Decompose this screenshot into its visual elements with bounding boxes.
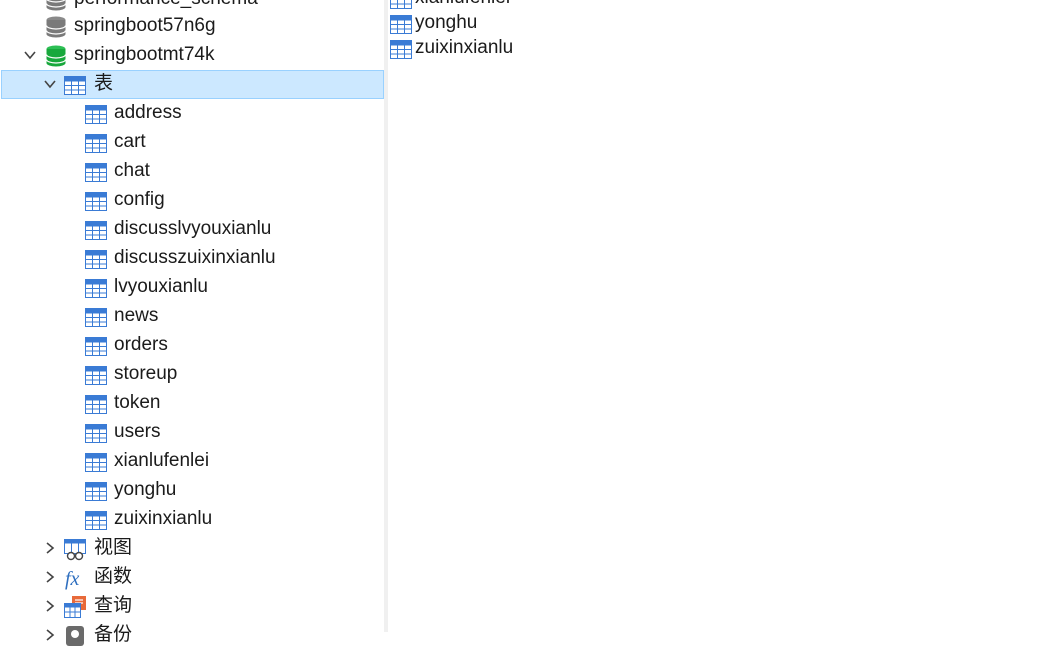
- db-node-springbootmt74k[interactable]: springbootmt74k: [0, 41, 384, 70]
- table-label: chat: [114, 160, 150, 181]
- table-icon: [84, 276, 108, 300]
- table-label: lvyouxianlu: [114, 276, 208, 297]
- database-icon: [44, 44, 68, 68]
- table-icon: [84, 479, 108, 503]
- selection-highlight: [1, 70, 384, 99]
- database-icon: [44, 0, 68, 12]
- db-label: springboot57n6g: [74, 15, 216, 36]
- table-icon: [389, 12, 413, 36]
- table-item-chat[interactable]: chat: [0, 157, 384, 186]
- table-label: address: [114, 102, 182, 123]
- table-icon: [84, 334, 108, 358]
- db-label: springbootmt74k: [74, 44, 215, 65]
- tables-node-label: 表: [94, 73, 114, 94]
- table-item-discusszuixinxianlu[interactable]: discusszuixinxianlu: [0, 244, 384, 273]
- table-icon: [84, 392, 108, 416]
- table-icon: [389, 37, 413, 61]
- table-item-cart[interactable]: cart: [0, 128, 384, 157]
- table-folder-icon: [63, 73, 87, 97]
- table-icon: [84, 102, 108, 126]
- table-label: token: [114, 392, 161, 413]
- function-icon: fx: [63, 566, 87, 590]
- database-icon: [44, 15, 68, 39]
- view-icon: [63, 537, 87, 561]
- table-icon: [84, 131, 108, 155]
- table-icon: [84, 218, 108, 242]
- chevron-right-icon[interactable]: [43, 541, 57, 555]
- table-label: orders: [114, 334, 168, 355]
- table-label: users: [114, 421, 161, 442]
- backups-node[interactable]: 备份: [0, 621, 384, 650]
- views-node-label: 视图: [94, 537, 133, 558]
- table-icon: [84, 421, 108, 445]
- object-item-xianlufenlei[interactable]: xianlufenlei: [388, 0, 788, 11]
- table-label: news: [114, 305, 159, 326]
- table-icon: [84, 305, 108, 329]
- table-item-xianlufenlei[interactable]: xianlufenlei: [0, 447, 384, 476]
- object-item-zuixinxianlu[interactable]: zuixinxianlu: [388, 36, 788, 61]
- chevron-down-icon[interactable]: [43, 77, 57, 91]
- backup-icon: [63, 624, 87, 648]
- views-node[interactable]: 视图: [0, 534, 384, 563]
- object-item-yonghu[interactable]: yonghu: [388, 11, 788, 36]
- table-label: zuixinxianlu: [114, 508, 213, 529]
- table-icon: [84, 450, 108, 474]
- table-icon: [84, 160, 108, 184]
- db-node-springboot57n6g[interactable]: springboot57n6g: [0, 12, 384, 41]
- db-label: performance_schema: [74, 0, 258, 10]
- table-icon: [84, 247, 108, 271]
- table-item-news[interactable]: news: [0, 302, 384, 331]
- table-label: xianlufenlei: [114, 450, 210, 471]
- table-item-lvyouxianlu[interactable]: lvyouxianlu: [0, 273, 384, 302]
- table-label: config: [114, 189, 165, 210]
- chevron-right-icon[interactable]: [43, 570, 57, 584]
- table-label: discusslvyouxianlu: [114, 218, 272, 239]
- functions-node[interactable]: fx 函数: [0, 563, 384, 592]
- chevron-right-icon[interactable]: [43, 599, 57, 613]
- table-item-config[interactable]: config: [0, 186, 384, 215]
- table-item-yonghu[interactable]: yonghu: [0, 476, 384, 505]
- table-icon: [389, 0, 413, 11]
- table-item-users[interactable]: users: [0, 418, 384, 447]
- table-item-orders[interactable]: orders: [0, 331, 384, 360]
- object-label: zuixinxianlu: [415, 37, 514, 58]
- chevron-right-icon[interactable]: [43, 628, 57, 642]
- tables-node[interactable]: 表: [0, 70, 384, 99]
- functions-node-label: 函数: [94, 566, 133, 587]
- table-item-discusslvyouxianlu[interactable]: discusslvyouxianlu: [0, 215, 384, 244]
- table-icon: [84, 189, 108, 213]
- table-label: yonghu: [114, 479, 177, 500]
- table-item-token[interactable]: token: [0, 389, 384, 418]
- queries-node[interactable]: 查询: [0, 592, 384, 621]
- backups-node-label: 备份: [94, 624, 133, 645]
- object-list-pane: xianlufenlei yonghu zuixinxianlu: [388, 0, 1047, 632]
- table-item-address[interactable]: address: [0, 99, 384, 128]
- queries-node-label: 查询: [94, 595, 133, 616]
- object-label: xianlufenlei: [415, 0, 510, 9]
- table-label: cart: [114, 131, 146, 152]
- table-item-storeup[interactable]: storeup: [0, 360, 384, 389]
- table-item-zuixinxianlu[interactable]: zuixinxianlu: [0, 505, 384, 534]
- navigator-tree: performance_schema springboot57n6g sprin…: [0, 0, 384, 646]
- table-label: storeup: [114, 363, 178, 384]
- object-label: yonghu: [415, 12, 478, 33]
- chevron-down-icon[interactable]: [23, 48, 37, 62]
- table-icon: [84, 508, 108, 532]
- svg-text:fx: fx: [65, 568, 80, 590]
- table-label: discusszuixinxianlu: [114, 247, 276, 268]
- table-icon: [84, 363, 108, 387]
- query-icon: [63, 595, 87, 619]
